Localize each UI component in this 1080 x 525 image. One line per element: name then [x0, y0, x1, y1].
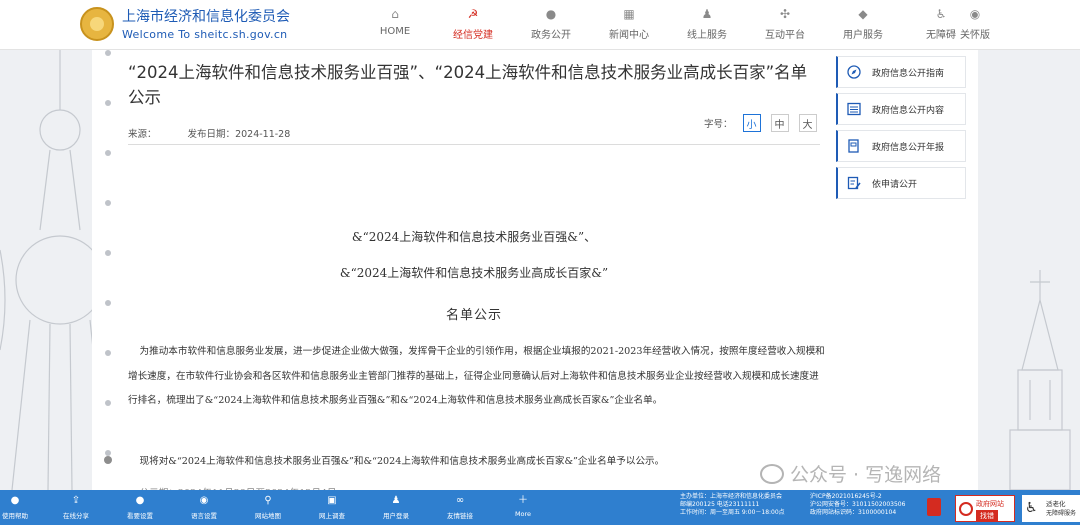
site-header: 上海市经济和信息化委员会 Welcome To sheitc.sh.gov.cn…: [0, 0, 1080, 50]
settings-icon: ●: [135, 495, 145, 506]
news-icon: ▦: [623, 7, 635, 21]
police-seal-icon[interactable]: [927, 498, 941, 516]
doc-heading-2: &“2024上海软件和信息技术服务业高成长百家&”: [339, 266, 609, 280]
user-service-icon: ◆: [858, 7, 868, 21]
toolbar-links[interactable]: ∞ 友情链接: [430, 494, 490, 520]
site-logo[interactable]: 上海市经济和信息化委员会 Welcome To sheitc.sh.gov.cn: [80, 6, 290, 41]
doc-heading-3: 名单公示: [445, 308, 502, 323]
nav-home[interactable]: ⌂ HOME: [356, 6, 434, 41]
accessibility-icon: ♿: [935, 7, 947, 21]
logo-title-cn: 上海市经济和信息化委员会: [122, 9, 290, 25]
sidebar-item-content[interactable]: 政府信息公开内容: [836, 93, 966, 125]
care-mode-button[interactable]: ◉ 关怀版: [958, 6, 992, 41]
home-icon: ⌂: [391, 7, 399, 21]
toolbar-survey[interactable]: ▣ 网上调查: [302, 494, 362, 520]
survey-icon: ▣: [327, 495, 337, 506]
title-divider: [128, 144, 820, 145]
accessibility-icon: ♿: [1025, 500, 1038, 516]
nav-online-service[interactable]: ♟ 线上服务: [668, 6, 746, 41]
doc-paragraph-1: 为推动本市软件和信息服务业发展，进一步促进企业做大做强，发挥骨干企业的引领作用，…: [128, 346, 825, 406]
font-size-label: 字号：: [704, 119, 733, 130]
publish-date: 发布日期：2024-11-28: [187, 129, 291, 140]
doc-heading-1: &“2024上海软件和信息技术服务业百强&”、: [351, 230, 597, 244]
party-emblem-icon: ☭: [467, 7, 479, 21]
doc-paragraph-2: 现将对&“2024上海软件和信息技术服务业百强&”和&“2024上海软件和信息技…: [139, 456, 665, 467]
bullet-marker: [104, 456, 112, 464]
link-icon: ∞: [455, 495, 465, 506]
nav-party-building[interactable]: ☭ 经信党建: [434, 6, 512, 41]
wechat-icon: [760, 464, 784, 484]
footer-record-info: 沪ICP备2021016245号-2 沪公网安备号：31011502003506…: [810, 493, 906, 516]
sidebar-item-annual-report[interactable]: 政府信息公开年报: [836, 130, 966, 162]
header-extra: ♿ 无障碍 ◉ 关怀版: [924, 6, 992, 41]
toolbar-share[interactable]: ⇪ 在线分享: [46, 494, 106, 520]
apply-icon: [846, 175, 862, 191]
side-dots: [102, 50, 114, 490]
font-size-small-button[interactable]: 小: [742, 114, 761, 132]
nav-interaction[interactable]: ✣ 互动平台: [746, 6, 824, 41]
chat-icon: ●: [545, 7, 557, 21]
nav-news[interactable]: ▦ 新闻中心: [590, 6, 668, 41]
report-icon: [846, 138, 862, 154]
user-icon: ♟: [391, 495, 401, 506]
nav-gov-affairs[interactable]: ● 政务公开: [512, 6, 590, 41]
toolbar-more[interactable]: ＋ More: [493, 494, 553, 518]
main-nav: ⌂ HOME ☭ 经信党建 ● 政务公开 ▦ 新闻中心 ♟ 线上服务 ✣ 互动平…: [356, 6, 902, 41]
info-disclosure-sidebar: 政府信息公开指南 政府信息公开内容 政府信息公开年报 依申请公开: [836, 56, 966, 204]
magnifier-icon: [959, 502, 973, 516]
nav-user-service[interactable]: ◆ 用户服务: [824, 6, 902, 41]
search-icon: ⚲: [264, 495, 272, 506]
share-icon: ⇪: [71, 495, 81, 506]
toolbar-login[interactable]: ♟ 用户登录: [366, 494, 426, 520]
language-icon: ◉: [199, 495, 209, 506]
source-label: 来源：: [128, 129, 157, 140]
emblem-icon: [80, 6, 114, 41]
bottom-toolbar: ● 使用帮助 ⇪ 在线分享 ● 看要设置 ◉ 语言设置 ⚲ 网站地图 ▣ 网上调…: [0, 490, 1080, 525]
elderly-accessibility-badge[interactable]: ♿ 适老化 无障碍服务: [1022, 495, 1080, 522]
logo-title-en: Welcome To sheitc.sh.gov.cn: [122, 28, 288, 41]
accessibility-button[interactable]: ♿ 无障碍: [924, 6, 958, 41]
service-icon: ♟: [701, 7, 713, 21]
info-icon: ●: [10, 495, 20, 506]
care-icon: ◉: [969, 7, 981, 21]
wechat-watermark: 公众号 · 写逸网络: [760, 460, 941, 487]
font-size-large-button[interactable]: 大: [798, 114, 817, 132]
font-size-selector: 字号： 小 中 大: [704, 114, 817, 132]
toolbar-help[interactable]: ● 使用帮助: [0, 494, 45, 520]
compass-icon: [846, 64, 862, 80]
article-meta: 来源： 发布日期：2024-11-28: [128, 126, 318, 140]
sidebar-item-guide[interactable]: 政府信息公开指南: [836, 56, 966, 88]
list-icon: [846, 101, 862, 117]
toolbar-language[interactable]: ◉ 语言设置: [174, 494, 234, 520]
toolbar-sitemap[interactable]: ⚲ 网站地图: [238, 494, 298, 520]
sidebar-item-apply[interactable]: 依申请公开: [836, 167, 966, 199]
plus-icon: ＋: [518, 495, 528, 506]
article-title: “2024上海软件和信息技术服务业百强”、“2024上海软件和信息技术服务业高成…: [128, 63, 808, 107]
church-tower-decoration: [1009, 270, 1071, 490]
gov-site-error-report-badge[interactable]: 政府网站 找错: [955, 495, 1015, 522]
footer-host-info: 主办单位：上海市经济和信息化委员会 邮编200125 电话23111111 工作…: [680, 493, 785, 516]
toolbar-view-settings[interactable]: ● 看要设置: [110, 494, 170, 520]
font-size-medium-button[interactable]: 中: [770, 114, 789, 132]
interaction-icon: ✣: [779, 7, 791, 21]
